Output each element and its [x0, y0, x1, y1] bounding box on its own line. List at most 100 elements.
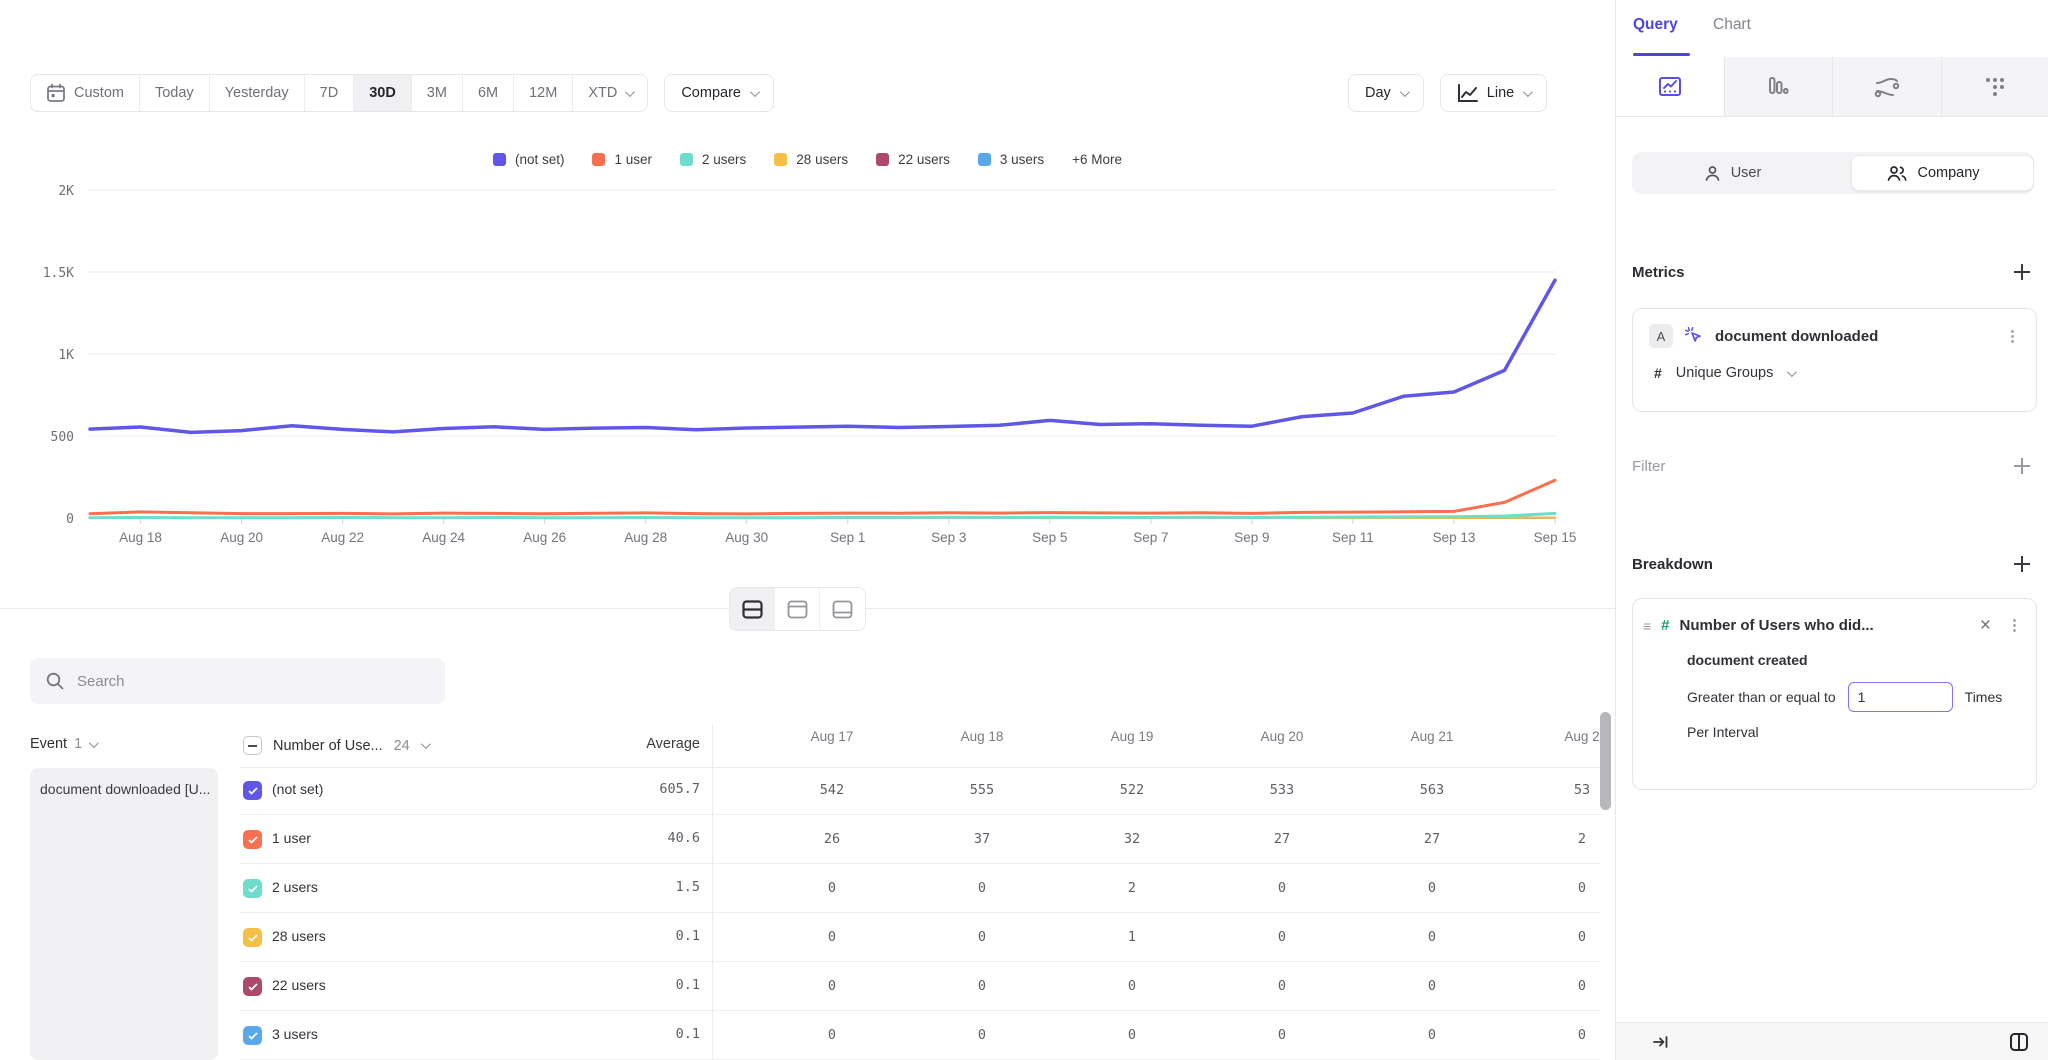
row-date-values: 000000 — [712, 977, 1600, 995]
chart-only-layout-button[interactable] — [775, 588, 820, 630]
series-checkbox[interactable] — [243, 781, 262, 800]
date-range-yesterday[interactable]: Yesterday — [210, 75, 305, 111]
table-cell: 0 — [1057, 978, 1207, 994]
table-row[interactable]: 1 user40.626373227272 — [240, 815, 1600, 864]
date-range-30d[interactable]: 30D — [354, 75, 412, 111]
legend-item[interactable]: 2 users — [680, 152, 746, 167]
breakdown-event-name[interactable]: document created — [1643, 652, 2022, 668]
add-breakdown-button[interactable] — [2014, 556, 2030, 572]
times-input[interactable] — [1848, 682, 1953, 712]
split-layout-button[interactable] — [730, 588, 775, 630]
search-input[interactable]: Search — [30, 658, 445, 704]
series-column-header[interactable]: Number of Use... 24 — [243, 736, 428, 755]
metric-card[interactable]: A document downloaded ⋮ # Unique Groups — [1632, 308, 2037, 412]
svg-text:Sep 1: Sep 1 — [830, 530, 865, 545]
series-checkbox[interactable] — [243, 1026, 262, 1045]
tab-query[interactable]: Query — [1633, 16, 1678, 34]
series-count: 24 — [394, 738, 410, 754]
condition-label[interactable]: Greater than or equal to — [1687, 689, 1836, 705]
date-column-header: Aug 19 — [1057, 729, 1207, 744]
legend-item[interactable]: (not set) — [493, 152, 565, 167]
legend-more[interactable]: +6 More — [1072, 152, 1122, 167]
svg-text:2K: 2K — [58, 184, 74, 199]
series-checkbox[interactable] — [243, 830, 262, 849]
table-cell: 0 — [907, 978, 1057, 994]
table-row[interactable]: 3 users0.1000000 — [240, 1011, 1600, 1060]
table-row[interactable]: 22 users0.1000000 — [240, 962, 1600, 1011]
svg-text:Aug 28: Aug 28 — [624, 530, 667, 545]
add-metric-button[interactable] — [2014, 264, 2030, 280]
tab-chart[interactable]: Chart — [1713, 16, 1751, 34]
breakdown-title: Number of Users who did... — [1680, 617, 1970, 634]
chart-legend: (not set) 1 user 2 users 28 users 22 users 3 … — [0, 152, 1615, 167]
line-chart-icon — [1657, 74, 1683, 100]
chevron-down-icon — [421, 739, 431, 749]
company-label: Company — [1917, 165, 1979, 181]
average-value: 40.6 — [560, 830, 700, 846]
chart-type-bar-button[interactable] — [1724, 57, 1833, 116]
indeterminate-checkbox[interactable] — [243, 736, 262, 755]
table-row[interactable]: 2 users1.5002000 — [240, 864, 1600, 913]
table-cell: 0 — [757, 929, 907, 945]
chevron-down-icon — [1523, 87, 1533, 97]
date-range-6m[interactable]: 6M — [463, 75, 514, 111]
date-range-today[interactable]: Today — [140, 75, 210, 111]
toggle-user[interactable]: User — [1632, 152, 1833, 194]
event-column-header[interactable]: Event 1 — [30, 736, 96, 752]
table-cell: 0 — [1507, 1027, 1600, 1043]
selected-event-cell[interactable]: document downloaded [U... — [30, 768, 218, 1060]
kebab-menu-icon[interactable]: ⋮ — [2005, 329, 2020, 344]
legend-swatch — [978, 153, 991, 166]
average-value: 0.1 — [560, 1026, 700, 1042]
legend-item[interactable]: 3 users — [978, 152, 1044, 167]
measure-selector[interactable]: Unique Groups — [1676, 365, 1774, 381]
legend-item[interactable]: 28 users — [774, 152, 848, 167]
chart-type-flow-button[interactable] — [1832, 57, 1941, 116]
date-range-7d[interactable]: 7D — [305, 75, 355, 111]
collapse-panel-icon[interactable] — [1652, 1033, 1670, 1051]
vertical-scrollbar[interactable] — [1600, 712, 1611, 810]
table-cell: 563 — [1357, 782, 1507, 798]
add-filter-button[interactable] — [2014, 458, 2030, 474]
breakdown-card[interactable]: ≡ # Number of Users who did... × ⋮ docum… — [1632, 598, 2037, 790]
toggle-company[interactable]: Company — [1833, 152, 2034, 194]
table-cell: 0 — [1357, 978, 1507, 994]
date-range-3m[interactable]: 3M — [412, 75, 463, 111]
legend-item[interactable]: 22 users — [876, 152, 950, 167]
chart-type-dropdown[interactable]: Line — [1440, 74, 1547, 112]
split-panel-icon[interactable] — [2009, 1032, 2029, 1052]
table-row[interactable]: 28 users0.1001000 — [240, 913, 1600, 962]
table-cell: 533 — [1207, 782, 1357, 798]
interval-dropdown[interactable]: Day — [1348, 74, 1424, 112]
svg-text:Aug 30: Aug 30 — [725, 530, 768, 545]
series-checkbox[interactable] — [243, 879, 262, 898]
table-row[interactable]: (not set)605.754255552253356353 — [240, 766, 1600, 815]
compare-button[interactable]: Compare — [664, 74, 774, 112]
table-only-layout-button[interactable] — [820, 588, 865, 630]
legend-item[interactable]: 1 user — [592, 152, 652, 167]
series-checkbox[interactable] — [243, 977, 262, 996]
chart-type-line-button[interactable] — [1616, 57, 1724, 116]
chevron-down-icon — [625, 87, 635, 97]
drag-handle-icon[interactable]: ≡ — [1643, 618, 1651, 634]
legend-swatch — [592, 153, 605, 166]
row-date-values: 54255552253356353 — [712, 781, 1600, 799]
chart-type-scatter-button[interactable] — [1941, 57, 2048, 116]
per-interval-label[interactable]: Per Interval — [1643, 724, 2022, 740]
date-column-header: Aug 2 — [1507, 729, 1600, 744]
kebab-menu-icon[interactable]: ⋮ — [2007, 618, 2022, 633]
table-cell: 0 — [757, 880, 907, 896]
svg-text:1.5K: 1.5K — [43, 266, 74, 281]
table-cell: 522 — [1057, 782, 1207, 798]
event-header-label: Event — [30, 736, 67, 752]
series-checkbox[interactable] — [243, 928, 262, 947]
date-range-xtd[interactable]: XTD — [573, 75, 647, 111]
average-value: 0.1 — [560, 928, 700, 944]
svg-text:Aug 24: Aug 24 — [422, 530, 465, 545]
metric-event-name[interactable]: document downloaded — [1715, 328, 1994, 345]
date-range-12m[interactable]: 12M — [514, 75, 573, 111]
close-icon[interactable]: × — [1980, 616, 1991, 635]
date-range-custom[interactable]: Custom — [31, 75, 140, 111]
layout-toggle-group — [729, 587, 866, 631]
table-cell: 542 — [757, 782, 907, 798]
